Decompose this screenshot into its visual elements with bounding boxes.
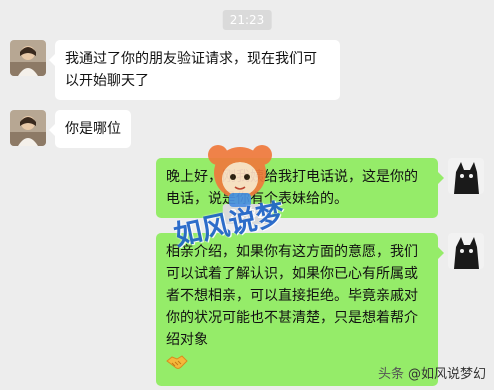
black-cat-avatar-icon	[448, 233, 484, 269]
timestamp: 21:23	[222, 10, 272, 30]
contact-avatar[interactable]	[10, 40, 46, 76]
black-cat-avatar-icon	[448, 158, 484, 194]
contact-avatar[interactable]	[10, 110, 46, 146]
user-avatar[interactable]	[448, 233, 484, 269]
timestamp: 21:31	[222, 204, 272, 224]
message-text: 我通过了你的朋友验证请求，现在我们可以开始聊天了	[65, 51, 317, 89]
author-handle: @如风说梦幻	[407, 367, 486, 382]
message-bubble-sent[interactable]: 晚上好，刚我姨给我打电话说，这是你的电话，说是你有个表妹给的。	[156, 158, 444, 218]
message-text: 晚上好，刚我姨给我打电话说，这是你的电话，说是你有个表妹给的。	[166, 169, 418, 207]
contact-avatar-icon	[10, 110, 46, 146]
message-bubble-received[interactable]: 我通过了你的朋友验证请求，现在我们可以开始聊天了	[49, 40, 340, 100]
message-text: 相亲介绍，如果你有这方面的意愿，我们可以试着了解认识，如果你已心有所属或者不想相…	[166, 244, 418, 348]
platform-label: 头条	[377, 367, 404, 382]
user-avatar[interactable]	[448, 158, 484, 194]
source-attribution: 头条 @如风说梦幻	[378, 363, 486, 382]
message-bubble-received[interactable]: 你是哪位	[49, 110, 131, 148]
contact-avatar-icon	[10, 40, 46, 76]
message-text: 你是哪位	[65, 121, 121, 137]
